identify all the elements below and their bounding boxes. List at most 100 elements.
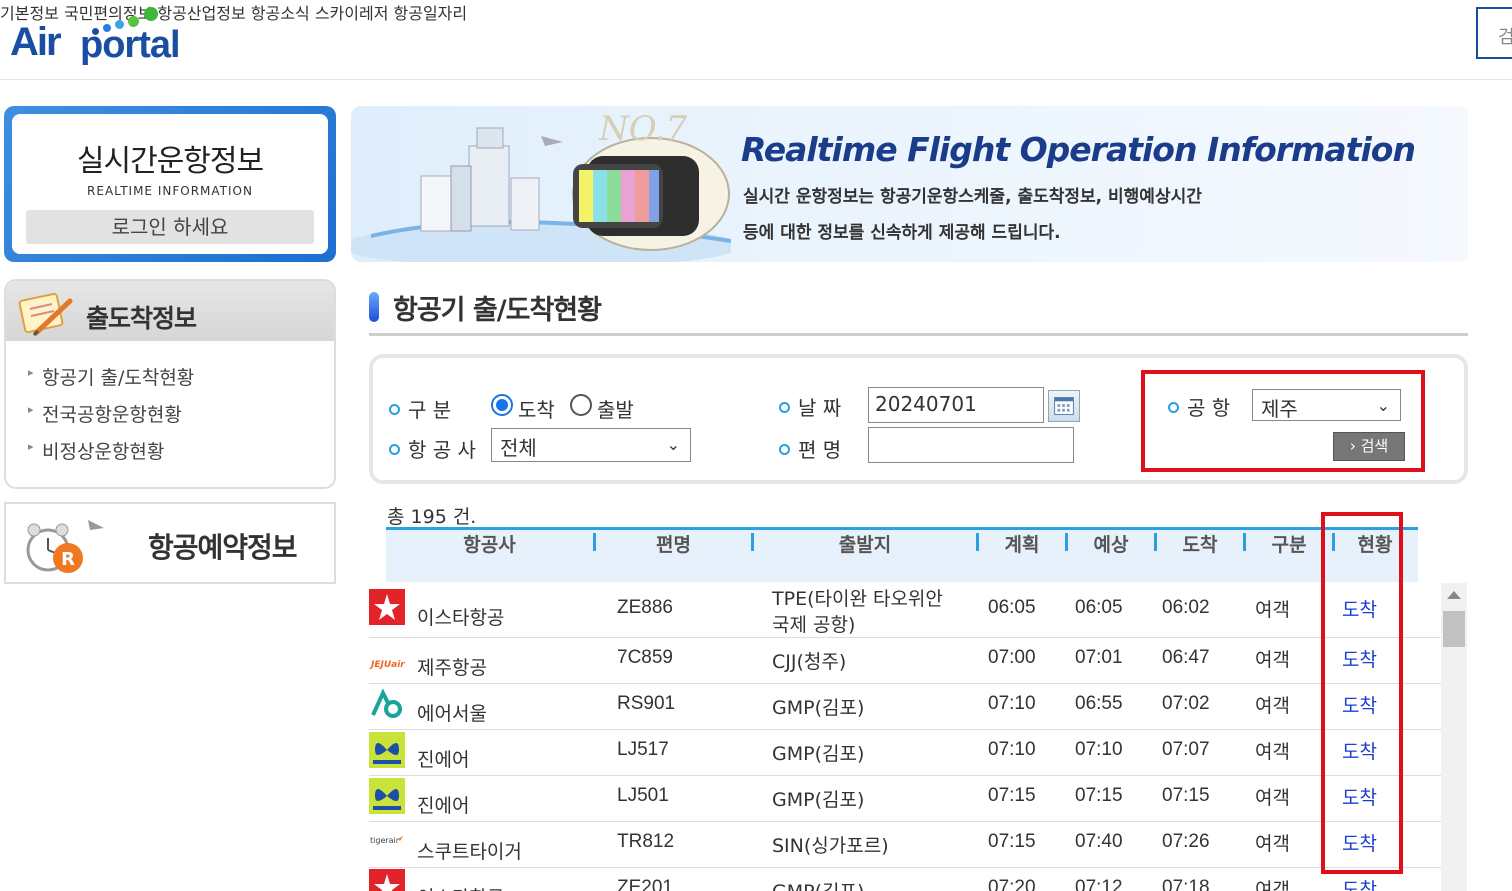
nav-aviation-jobs[interactable]: 항공일자리 [394, 4, 468, 23]
arrival-time: 06:47 [1162, 647, 1210, 668]
flight-type: 여객 [1255, 741, 1290, 763]
depart-arrive-title: 출도착정보 [86, 304, 197, 333]
reservation-title: 항공예약정보 [148, 531, 298, 564]
date-input[interactable]: 20240701 [868, 387, 1044, 423]
airline-name: 제주항공 [417, 657, 487, 679]
plan-time: 07:15 [988, 785, 1036, 806]
origin: GMP(김포) [772, 789, 865, 811]
chevron-down-icon: ⌄ [666, 435, 680, 454]
bullet-icon [389, 404, 400, 415]
expected-time: 07:40 [1075, 831, 1123, 852]
arrival-time: 06:02 [1162, 597, 1210, 618]
realtime-subtitle: REALTIME INFORMATION [87, 184, 253, 198]
table-row[interactable]: 이스타항공 ZE201 GMP(김포) 07:20 07:12 07:18 여객… [369, 869, 1441, 891]
banner-desc-line1: 실시간 운항정보는 항공기운항스케줄, 출도착정보, 비행예상시간 [743, 187, 1202, 207]
airline-name: 진에어 [417, 795, 470, 817]
col-origin: 출발지 [838, 534, 892, 556]
svg-text:tigerair: tigerair [370, 836, 400, 845]
bullet-icon [779, 444, 790, 455]
banner-no7-text: NO.7 [598, 109, 687, 149]
plan-time: 07:00 [988, 647, 1036, 668]
radio-arrival[interactable] [491, 394, 513, 416]
plan-time: 06:05 [988, 597, 1036, 618]
table-scrollbar[interactable] [1441, 583, 1467, 891]
table-header: 항공사 편명 출발지 계획 예상 도착 구분 현황 [386, 527, 1418, 582]
page-title: 항공기 출/도착현황 [393, 295, 602, 326]
scrollbar-thumb[interactable] [1443, 611, 1465, 647]
radio-arrival-label: 도착 [518, 398, 555, 422]
col-type: 구분 [1271, 534, 1307, 556]
arrival-time: 07:07 [1162, 739, 1210, 760]
airline-name: 이스타항공 [417, 607, 505, 629]
origin: GMP(김포) [772, 697, 865, 719]
plan-time: 07:10 [988, 693, 1036, 714]
total-count: 총 195 건. [387, 506, 477, 528]
airline-select-value: 전체 [500, 436, 537, 460]
header-search-input[interactable]: 검 [1476, 7, 1512, 59]
origin: SIN(싱가포르) [772, 835, 889, 857]
table-row[interactable]: 진에어 LJ517 GMP(김포) 07:10 07:10 07:07 여객 도… [369, 731, 1441, 776]
expected-time: 07:12 [1075, 877, 1123, 891]
col-plan: 계획 [1004, 534, 1040, 556]
realtime-info-box: 실시간운항정보 REALTIME INFORMATION 로그인 하세요 [4, 106, 336, 262]
arrival-time: 07:02 [1162, 693, 1210, 714]
page-title-bar: 항공기 출/도착현황 [369, 284, 1468, 336]
table-row[interactable]: 에어서울 RS901 GMP(김포) 07:10 06:55 07:02 여객 … [369, 685, 1441, 730]
login-button[interactable]: 로그인 하세요 [26, 210, 314, 244]
col-expected: 예상 [1093, 534, 1129, 556]
expected-time: 06:55 [1075, 693, 1123, 714]
arrival-time: 07:15 [1162, 785, 1210, 806]
sidebar-item-irregular-status[interactable]: 비정상운항현황 [28, 437, 194, 474]
origin-line2: 국제 공항) [772, 614, 856, 636]
expected-time: 07:15 [1075, 785, 1123, 806]
realtime-title: 실시간운항정보 [76, 144, 264, 179]
svg-text:R: R [61, 549, 75, 570]
flight-number: LJ517 [617, 739, 669, 760]
type-label: 구 분 [389, 394, 451, 423]
clipboard-pencil-icon [18, 292, 73, 337]
airline-label: 항 공 사 [389, 434, 476, 463]
airline-name: 스쿠트타이거 [417, 841, 522, 863]
table-row[interactable]: tigerair 스쿠트타이거 TR812 SIN(싱가포르) 07:15 07… [369, 823, 1441, 868]
nav-sky-leisure[interactable]: 스카이레저 [315, 4, 389, 23]
logo-air-text: Air [10, 20, 62, 64]
flight-number: ZE201 [617, 877, 673, 891]
logo-dot [103, 24, 111, 32]
sidebar-item-flight-status[interactable]: 항공기 출/도착현황 [28, 363, 194, 400]
flight-type: 여객 [1255, 879, 1290, 891]
flight-number: ZE886 [617, 597, 673, 618]
calendar-icon[interactable] [1048, 390, 1080, 422]
airline-name: 이스타항공 [417, 883, 504, 891]
nav-aviation-news[interactable]: 항공소식 [251, 4, 310, 23]
flight-number-input[interactable] [868, 427, 1074, 463]
flight-type: 여객 [1255, 833, 1290, 855]
jejuair-logo-icon: JEJUair [369, 660, 405, 670]
reservation-info-box[interactable]: R 항공예약정보 [4, 502, 336, 584]
flight-label: 편 명 [779, 434, 841, 463]
table-row[interactable]: 진에어 LJ501 GMP(김포) 07:15 07:15 07:15 여객 도… [369, 777, 1441, 822]
flight-number: TR812 [617, 831, 675, 852]
banner-illustration: NO.7 [351, 109, 731, 262]
highlight-box-airport [1141, 370, 1425, 472]
flight-table-body: 이스타항공 ZE886 TPE(타이완 타오위안 국제 공항) 06:05 06… [369, 583, 1441, 891]
origin: GMP(김포) [772, 743, 865, 765]
highlight-box-status-column [1321, 512, 1403, 874]
radio-departure[interactable] [570, 394, 592, 416]
airportal-logo[interactable]: Air portal [10, 6, 181, 68]
table-row[interactable]: 이스타항공 ZE886 TPE(타이완 타오위안 국제 공항) 06:05 06… [369, 583, 1441, 638]
table-row[interactable]: JEJUair 제주항공 7C859 CJJ(청주) 07:00 07:01 0… [369, 639, 1441, 684]
sidebar-item-airport-status[interactable]: 전국공항운항현황 [28, 400, 194, 437]
plan-time: 07:20 [988, 877, 1036, 891]
scroll-up-arrow-icon[interactable] [1447, 591, 1461, 599]
logo-dot [128, 16, 139, 27]
svg-text:JEJUair: JEJUair [369, 660, 405, 670]
nav-industry-info[interactable]: 항공산업정보 [157, 4, 245, 23]
airline-name: 진에어 [417, 749, 470, 771]
airline-select[interactable]: 전체 ⌄ [491, 428, 691, 462]
eastar-logo-icon [369, 869, 405, 891]
jinair-logo-icon [369, 732, 405, 768]
radio-departure-label: 출발 [597, 398, 634, 422]
status-link[interactable]: 도착 [1342, 875, 1377, 891]
col-arrival: 도착 [1182, 534, 1218, 556]
jinair-logo-icon [369, 778, 405, 814]
